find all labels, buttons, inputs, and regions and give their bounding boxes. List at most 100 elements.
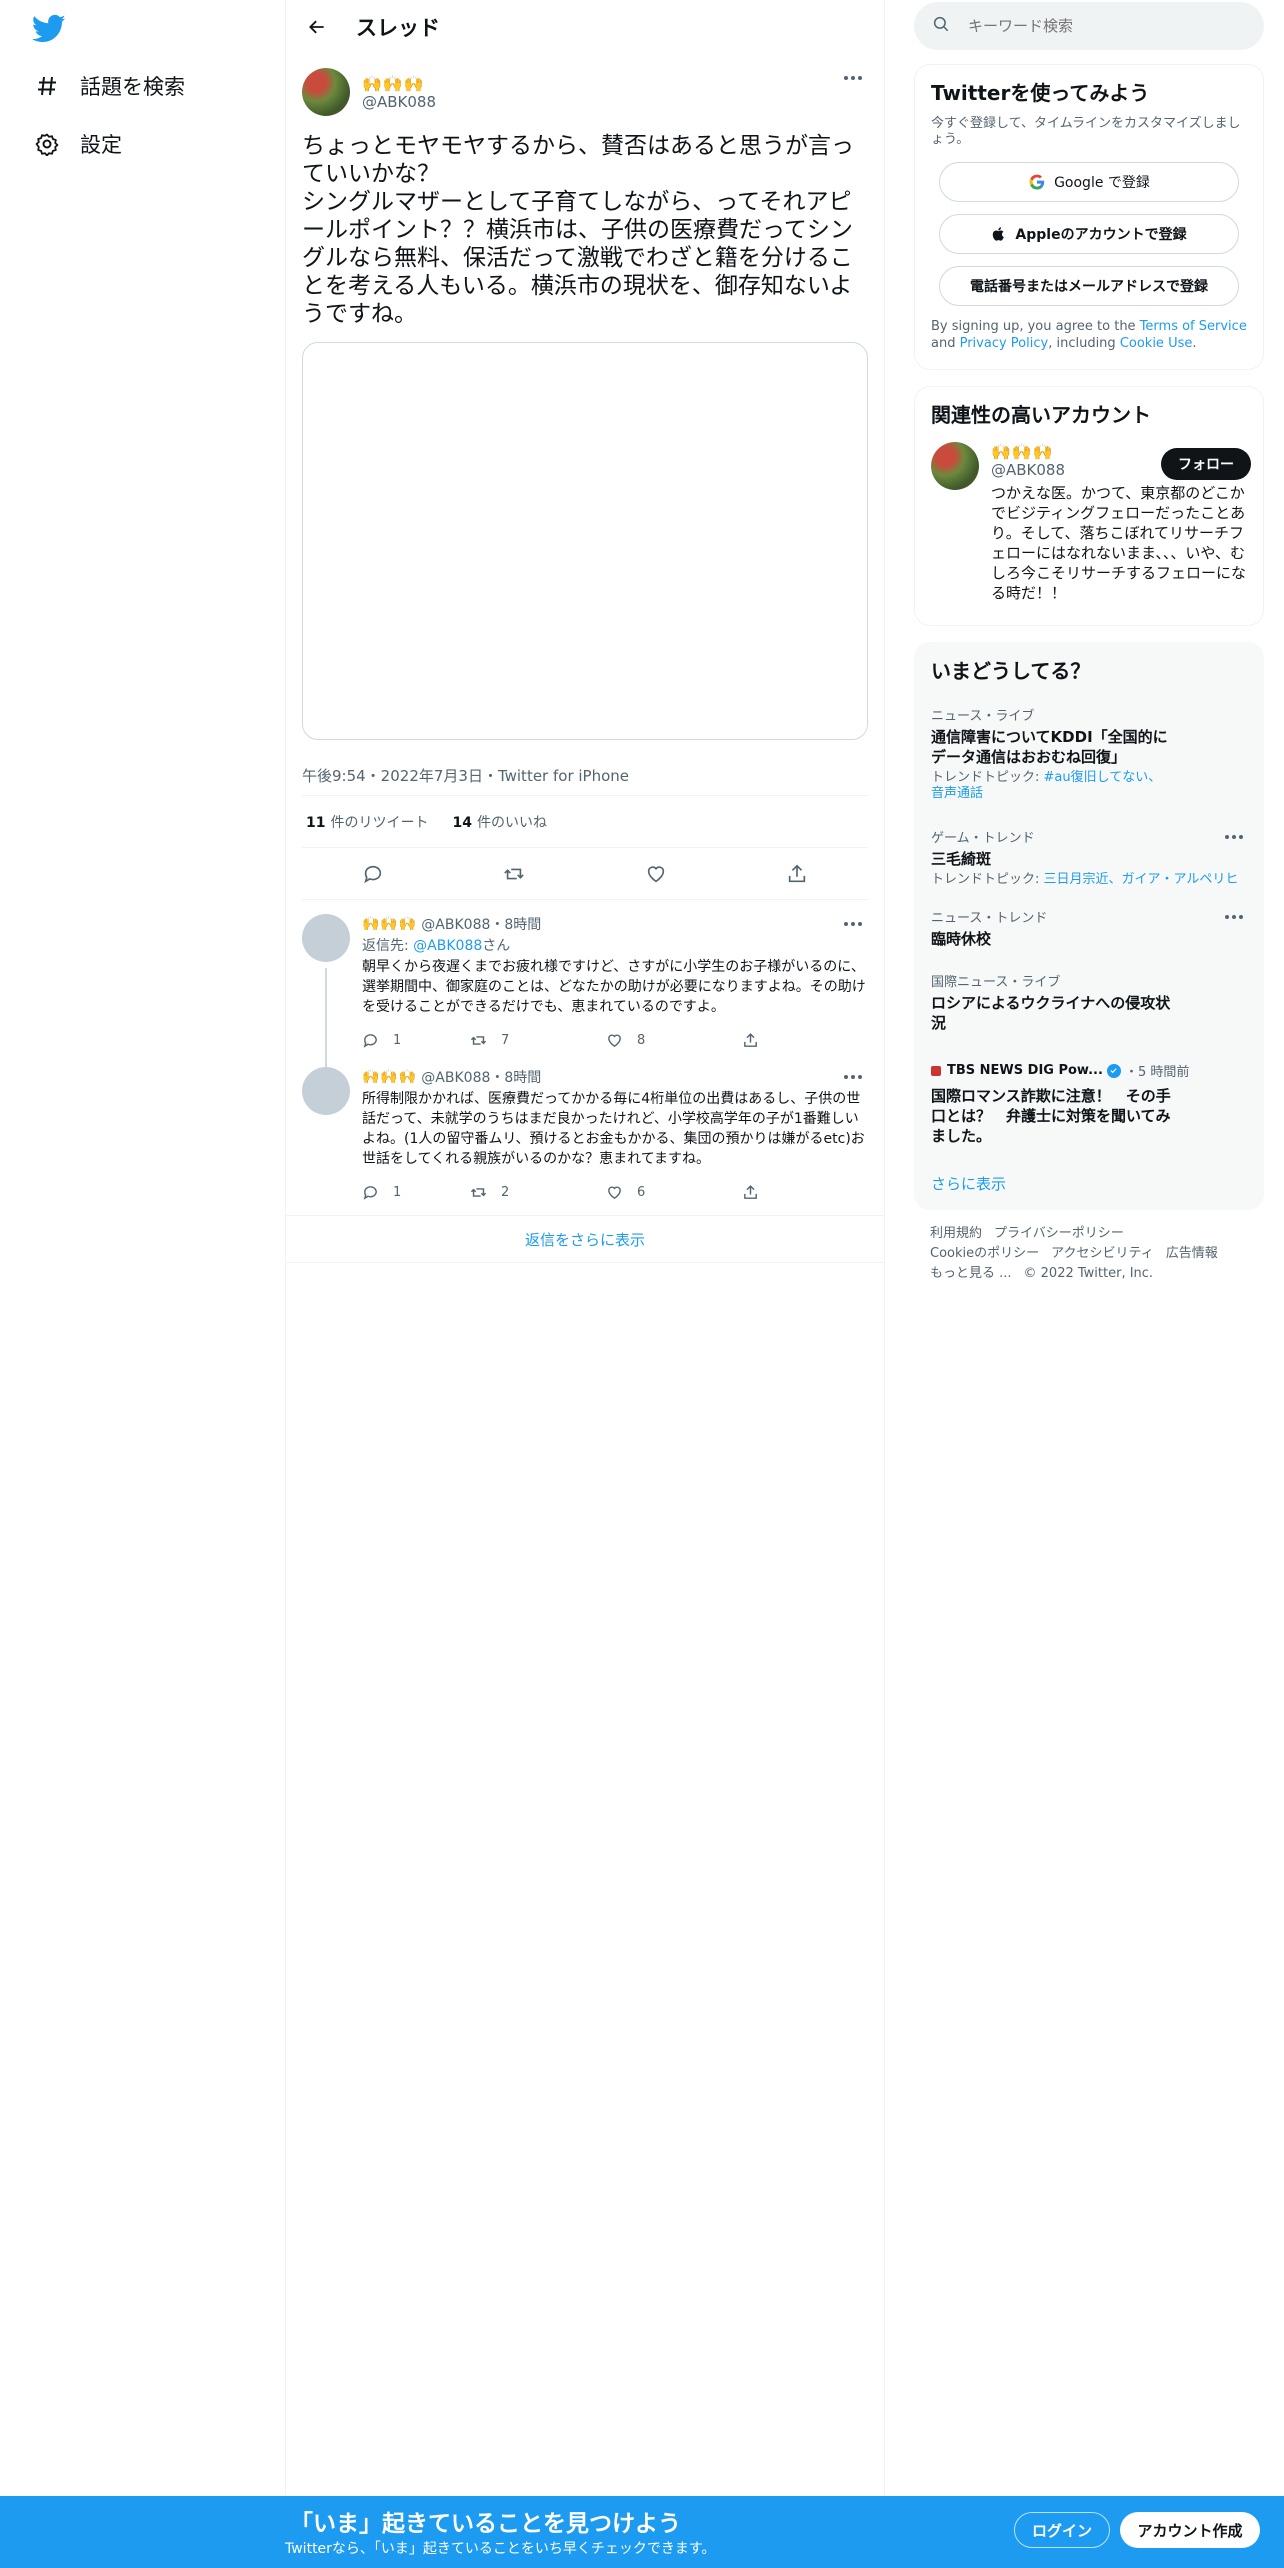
trend-item[interactable]: ゲーム・トレンド 三毛綺斑 トレンドトピック: 三日月宗近、ガイア・アルペリヒ [931, 827, 1249, 888]
trend-item[interactable]: 国際ニュース・ライブ ロシアによるウクライナへの侵攻状況 [931, 971, 1249, 1033]
back-arrow-icon[interactable] [302, 12, 332, 42]
retweet-stat[interactable]: 11 件のリツイート [306, 812, 428, 832]
like-count: 8 [637, 1032, 646, 1048]
tweet-author: 🙌🙌🙌 @ABK088 [302, 64, 868, 120]
thread-header: スレッド [286, 0, 884, 54]
like-icon [608, 1186, 621, 1199]
author-handle[interactable]: @ABK088 [362, 93, 436, 111]
like-label: 件のいいね [476, 814, 547, 831]
footer-more-link[interactable]: もっと見る ... [930, 1266, 1012, 1281]
reply-to: 返信先: @ABK088さん [362, 935, 868, 955]
retweet-button[interactable]: 2 [470, 1184, 606, 1201]
main-tweet: 🙌🙌🙌 @ABK088 ちょっとモヤモヤするから、賛否はあると思うが言っていいか… [286, 64, 884, 900]
reply-button[interactable]: 1 [362, 1184, 470, 1201]
reply-icon [363, 1033, 377, 1048]
phone-email-signup-button[interactable]: 電話番号またはメールアドレスで登録 [939, 266, 1239, 306]
search-box[interactable] [914, 2, 1264, 50]
avatar[interactable] [302, 1067, 350, 1115]
signup-subtitle: 今すぐ登録して、タイムラインをカスタマイズしましょう。 [931, 116, 1241, 147]
reply-tweet[interactable]: 🙌🙌🙌 @ABK088・8時間 所得制限かかれば、医療費だってかかる毎に4桁単位… [286, 1057, 884, 1209]
like-stat[interactable]: 14 件のいいね [452, 812, 546, 832]
nav-settings[interactable]: 設定 [34, 124, 122, 164]
privacy-policy-link[interactable]: Privacy Policy [960, 336, 1049, 351]
trend-topic: トレンドトピック: #au復旧してない、音声通話 [931, 770, 1171, 802]
more-options-icon[interactable] [838, 914, 868, 934]
signup-button[interactable]: アカウント作成 [1120, 2512, 1260, 2548]
reply-display-name[interactable]: 🙌🙌🙌 [362, 916, 417, 932]
retweet-button[interactable]: 7 [470, 1032, 606, 1049]
tweet-text: ちょっとモヤモヤするから、賛否はあると思うが言っていいかな？ シングルマザーとし… [302, 133, 854, 327]
share-icon [744, 1184, 757, 1199]
retweet-count: 7 [501, 1032, 510, 1048]
twitter-logo-icon[interactable] [32, 14, 66, 44]
retweet-icon[interactable] [494, 854, 534, 894]
more-options-icon[interactable] [838, 68, 868, 88]
reply-tweet[interactable]: 🙌🙌🙌 @ABK088・8時間 返信先: @ABK088さん 朝早くから夜遅くま… [286, 902, 884, 1086]
footer-cookie-link[interactable]: Cookieのポリシー [930, 1246, 1039, 1261]
related-bio: つかえな医。かつて、東京都のどこかでビジティングフェローだったことあり。そして、… [991, 484, 1247, 602]
avatar[interactable] [931, 442, 979, 490]
trend-topic: トレンドトピック: 三日月宗近、ガイア・アルペリヒ [931, 872, 1249, 888]
signup-title: Twitterを使ってみよう [931, 81, 1150, 105]
trend-topic-prefix: トレンドトピック: [931, 872, 1044, 887]
trend-topic-links[interactable]: 三日月宗近、ガイア・アルペリヒ [1044, 872, 1239, 887]
login-button[interactable]: ログイン [1014, 2512, 1110, 2548]
reply-handle-time[interactable]: @ABK088・8時間 [421, 914, 541, 934]
reply-count: 1 [393, 1032, 402, 1048]
footer: 利用規約 プライバシーポリシー Cookieのポリシー アクセシビリティ 広告情報 も… [930, 1224, 1260, 1284]
trend-item[interactable]: ニュース・ライブ 通信障害についてKDDI「全国的にデータ通信はおおむね回復」 … [931, 705, 1249, 802]
reply-text: 所得制限かかれば、医療費だってかかる毎に4桁単位の出費はあるし、子供の世話だって… [362, 1091, 865, 1167]
follow-button[interactable]: フォロー [1161, 448, 1251, 480]
footer-privacy-link[interactable]: プライバシーポリシー [994, 1226, 1124, 1241]
apple-signup-button[interactable]: Appleのアカウントで登録 [939, 214, 1239, 254]
terms-of-service-link[interactable]: Terms of Service [1140, 319, 1247, 334]
avatar[interactable] [302, 68, 350, 116]
cookie-use-link[interactable]: Cookie Use [1120, 336, 1193, 351]
google-signup-button[interactable]: Google で登録 [939, 162, 1239, 202]
like-icon [608, 1034, 621, 1047]
like-icon[interactable] [636, 854, 676, 894]
trend-category: ニュース・トレンド [931, 911, 1048, 926]
share-icon [744, 1032, 757, 1047]
like-button[interactable]: 6 [606, 1184, 742, 1201]
apple-signup-label: Appleのアカウントで登録 [1015, 227, 1187, 243]
trend-item[interactable]: ニュース・トレンド 臨時休校 [931, 907, 1249, 949]
search-icon [932, 15, 950, 37]
reply-display-name[interactable]: 🙌🙌🙌 [362, 1069, 417, 1085]
share-button[interactable] [742, 1184, 850, 1201]
google-icon [1028, 173, 1046, 191]
trend-topic-prefix: トレンドトピック: [931, 770, 1044, 785]
main-column: スレッド 🙌🙌🙌 @ABK088 ちょっとモヤモヤするから、賛否はあると思うが言… [285, 0, 885, 2496]
footer-ads-link[interactable]: 広告情報 [1166, 1246, 1218, 1261]
author-display-name[interactable]: 🙌🙌🙌 [362, 74, 436, 93]
related-accounts-card: 関連性の高いアカウント 🙌🙌🙌 @ABK088 つかえな医。かつて、東京都のどこ… [914, 386, 1264, 626]
footer-terms-link[interactable]: 利用規約 [930, 1226, 982, 1241]
news-item[interactable]: TBS NEWS DIG Pow... ・5 時間前 国際ロマンス詐欺に注意！ … [931, 1061, 1249, 1146]
more-options-icon[interactable] [1219, 907, 1249, 927]
more-options-icon[interactable] [1219, 827, 1249, 847]
verified-badge-icon [1106, 1063, 1121, 1078]
share-button[interactable] [742, 1032, 850, 1049]
footer-copyright: © 2022 Twitter, Inc. [1023, 1266, 1154, 1281]
tweet-media-card[interactable] [302, 342, 868, 740]
search-input[interactable] [968, 17, 1228, 35]
reply-to-handle[interactable]: @ABK088 [413, 938, 482, 954]
trend-category: 国際ニュース・ライブ [931, 975, 1061, 990]
avatar[interactable] [302, 914, 350, 962]
show-more-replies-link[interactable]: 返信をさらに表示 [286, 1215, 884, 1263]
retweet-count: 11 [306, 814, 326, 831]
like-button[interactable]: 8 [606, 1032, 742, 1049]
trends-show-more-link[interactable]: さらに表示 [931, 1173, 1006, 1194]
reply-button[interactable]: 1 [362, 1032, 470, 1049]
retweet-icon [470, 1187, 487, 1197]
footer-accessibility-link[interactable]: アクセシビリティ [1051, 1246, 1154, 1261]
share-icon[interactable] [777, 854, 817, 894]
reply-handle-time[interactable]: @ABK088・8時間 [421, 1067, 541, 1087]
bottom-signup-bar: 「いま」起きていることを見つけよう Twitterなら、「いま」起きていることを… [0, 2496, 1284, 2568]
more-options-icon[interactable] [838, 1067, 868, 1087]
tweet-timestamp[interactable]: 午後9:54・2022年7月3日・Twitter for iPhone [302, 756, 868, 796]
nav-explore[interactable]: 話題を検索 [34, 66, 185, 106]
terms-text: By signing up, you agree to the [931, 319, 1140, 334]
terms-text: and [931, 336, 960, 351]
reply-icon[interactable] [353, 854, 393, 894]
